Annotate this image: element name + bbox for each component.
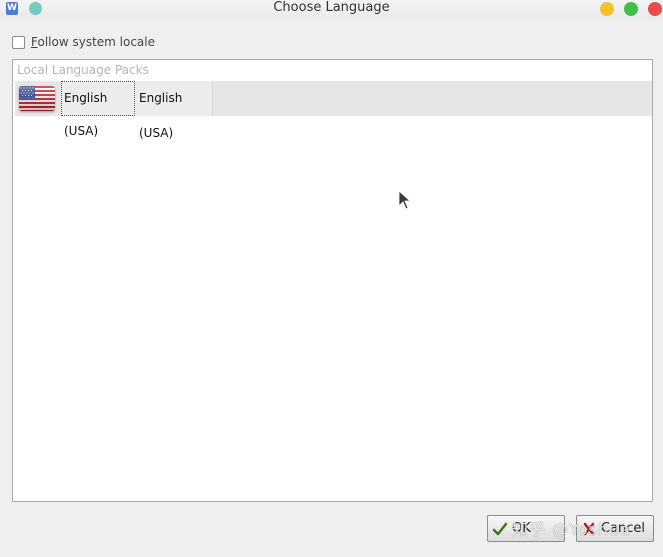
us-flag-icon: [19, 86, 55, 111]
choose-language-dialog: W Choose Language Follow system locale L…: [0, 0, 663, 557]
window-title: Choose Language: [273, 0, 390, 15]
title-bar[interactable]: W Choose Language: [0, 0, 663, 20]
follow-system-locale-label: Follow system locale: [31, 35, 156, 49]
flag-cell: [15, 81, 61, 116]
language-native-name-cell[interactable]: English (USA): [135, 81, 213, 140]
maximize-button[interactable]: [624, 2, 638, 16]
cancel-button-label: Cancel: [601, 521, 646, 536]
follow-system-locale-checkbox[interactable]: [12, 35, 25, 49]
ok-button-label: OK: [512, 521, 531, 536]
cancel-button[interactable]: Cancel: [576, 515, 654, 542]
mouse-cursor-icon: [398, 190, 412, 210]
language-row[interactable]: English (USA) English (USA): [15, 81, 652, 140]
list-header: Local Language Packs: [17, 63, 149, 77]
language-list[interactable]: Local Language Packs English (USA) Engli…: [12, 59, 653, 502]
minimize-button[interactable]: [600, 2, 614, 16]
ok-button[interactable]: OK: [487, 515, 565, 542]
cancel-icon: [581, 521, 597, 537]
close-button[interactable]: [648, 2, 662, 16]
checkmark-icon: [492, 521, 508, 537]
follow-system-locale-option[interactable]: Follow system locale: [12, 34, 155, 50]
language-name-cell[interactable]: English (USA): [61, 81, 135, 138]
